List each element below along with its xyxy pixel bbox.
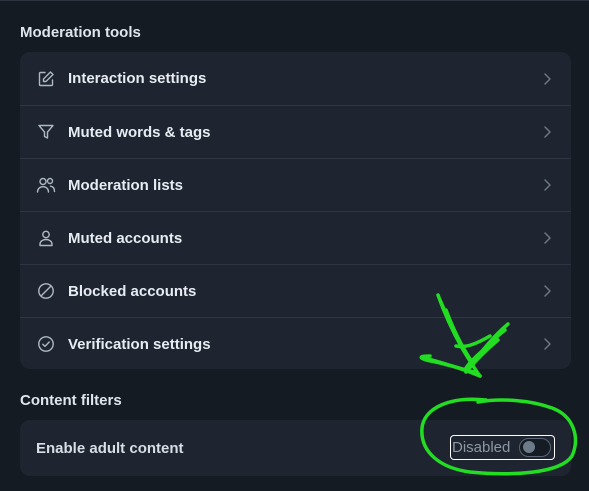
adult-content-toggle[interactable]: Disabled xyxy=(450,435,555,460)
moderation-lists-row[interactable]: Moderation lists xyxy=(20,158,571,211)
toggle-state-label: Disabled xyxy=(452,439,511,456)
interaction-settings-label: Interaction settings xyxy=(68,70,207,87)
blocked-accounts-label: Blocked accounts xyxy=(68,282,197,300)
muted-accounts-label: Muted accounts xyxy=(68,229,183,247)
verification-settings-row[interactable]: Verification settings xyxy=(20,317,571,369)
muted-words-row[interactable]: Muted words & tags xyxy=(20,105,571,158)
filter-icon xyxy=(36,122,56,142)
blocked-accounts-row[interactable]: Blocked accounts xyxy=(20,264,571,317)
toggle-switch[interactable] xyxy=(519,438,551,457)
chevron-right-icon xyxy=(541,337,553,351)
toggle-knob xyxy=(523,441,535,453)
edit-icon xyxy=(36,69,56,89)
adult-content-row: Enable adult content Disabled xyxy=(20,420,571,476)
block-icon xyxy=(36,281,56,301)
check-circle-icon xyxy=(36,334,56,354)
users-icon xyxy=(36,175,56,195)
person-icon xyxy=(36,228,56,248)
moderation-tools-heading: Moderation tools xyxy=(20,24,141,41)
content-filters-panel: Enable adult content Disabled xyxy=(20,420,571,476)
top-divider xyxy=(0,0,589,1)
content-filters-heading: Content filters xyxy=(20,392,122,409)
chevron-right-icon xyxy=(541,72,553,86)
muted-accounts-row[interactable]: Muted accounts xyxy=(20,211,571,264)
chevron-right-icon xyxy=(541,231,553,245)
interaction-settings-row[interactable]: Interaction settings xyxy=(20,52,571,105)
adult-content-label: Enable adult content xyxy=(36,439,184,457)
moderation-lists-label: Moderation lists xyxy=(68,176,184,194)
moderation-tools-list: Interaction settings Muted words & tags … xyxy=(20,52,571,369)
verification-settings-label: Verification settings xyxy=(68,335,211,353)
chevron-right-icon xyxy=(541,178,553,192)
muted-words-label: Muted words & tags xyxy=(68,123,211,141)
chevron-right-icon xyxy=(541,284,553,298)
chevron-right-icon xyxy=(541,125,553,139)
